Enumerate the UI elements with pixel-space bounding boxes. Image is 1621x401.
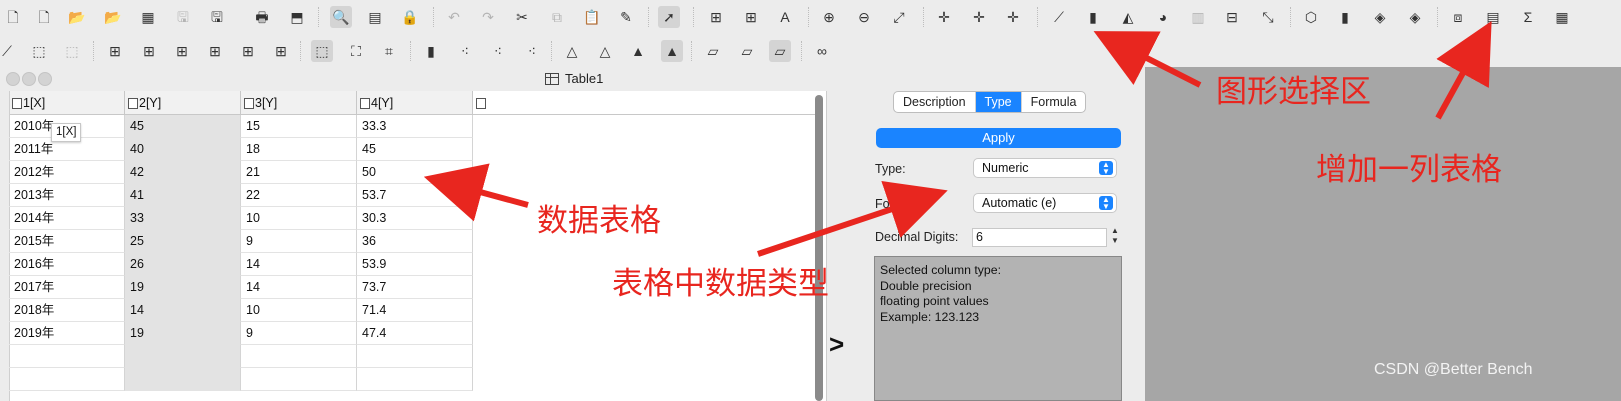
arrow-to-graph-toolbar [1093,31,1202,88]
annotation-data-table: 数据表格 [537,203,661,239]
annotation-add-column: 增加一列表格 [1316,152,1502,188]
arrow-to-type-select [757,181,948,257]
arrow-to-add-column [1435,20,1492,120]
annotation-arrows [423,20,1492,257]
annotation-data-type: 表格中数据类型 [612,266,829,302]
watermark: CSDN @Better Bench [1374,361,1533,378]
annotation-graph-select: 图形选择区 [1216,74,1371,110]
arrow-to-data-table [423,163,529,222]
